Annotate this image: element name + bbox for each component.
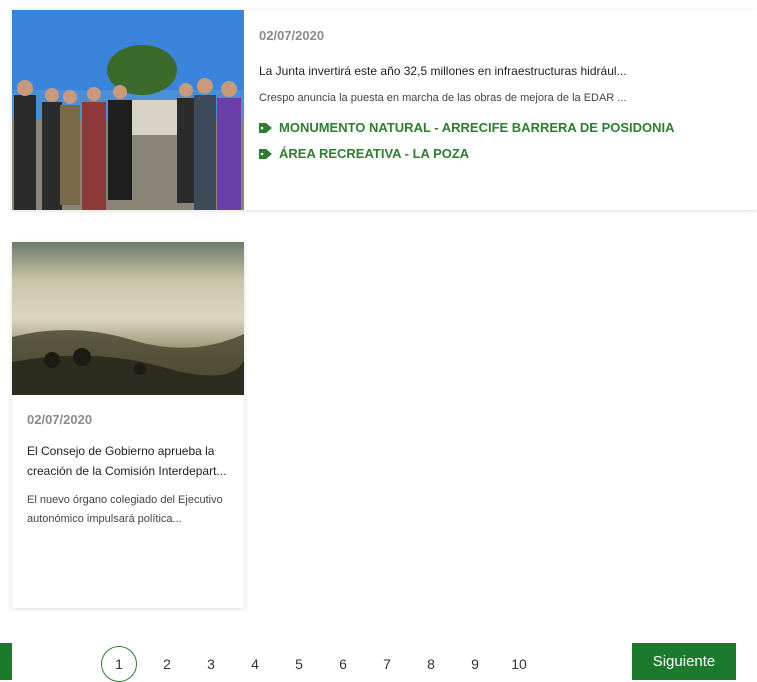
tag-icon xyxy=(259,148,272,159)
page-link-2[interactable]: 2 xyxy=(145,656,189,672)
next-button[interactable]: Siguiente xyxy=(632,643,736,680)
tag-label: Monumento Natural - Arrecife Barrera de … xyxy=(279,120,675,135)
group-photo-image xyxy=(12,10,244,210)
page-link-10[interactable]: 10 xyxy=(497,656,541,672)
fog-landscape-image xyxy=(12,242,244,395)
page-link-9[interactable]: 9 xyxy=(453,656,497,672)
tag-label: Área Recreativa - La Poza xyxy=(279,146,470,161)
page-link-3[interactable]: 3 xyxy=(189,656,233,672)
news-summary: Crespo anuncia la puesta en marcha de la… xyxy=(259,92,627,104)
page-link-4[interactable]: 4 xyxy=(233,656,277,672)
news-photo-group[interactable] xyxy=(12,10,244,210)
page-link-6[interactable]: 6 xyxy=(321,656,365,672)
page-link-8[interactable]: 8 xyxy=(409,656,453,672)
news-summary: El nuevo órgano colegiado del Ejecutivo … xyxy=(27,494,223,525)
news-date: 02/07/2020 xyxy=(27,412,93,427)
news-title-link[interactable]: La Junta invertirá este año 32,5 millone… xyxy=(259,64,757,78)
news-date: 02/07/2020 xyxy=(259,28,325,43)
tag-icon xyxy=(259,122,272,133)
page-link-5[interactable]: 5 xyxy=(277,656,321,672)
page-link-7[interactable]: 7 xyxy=(365,656,409,672)
page-link-current[interactable]: 1 xyxy=(101,646,137,682)
tag-link-monumento[interactable]: Monumento Natural - Arrecife Barrera de … xyxy=(259,120,757,135)
news-card[interactable]: 02/07/2020 La Junta invertirá este año 3… xyxy=(12,10,757,210)
news-card[interactable]: 02/07/2020 El Consejo de Gobierno aprueb… xyxy=(12,242,244,608)
news-title-link[interactable]: El Consejo de Gobierno aprueba la creaci… xyxy=(27,441,229,481)
news-photo-fog[interactable] xyxy=(12,242,244,395)
pagination: 1 2 3 4 5 6 7 8 9 10 xyxy=(101,646,541,682)
tag-link-area-recreativa[interactable]: Área Recreativa - La Poza xyxy=(259,146,757,161)
previous-button[interactable] xyxy=(0,643,12,680)
